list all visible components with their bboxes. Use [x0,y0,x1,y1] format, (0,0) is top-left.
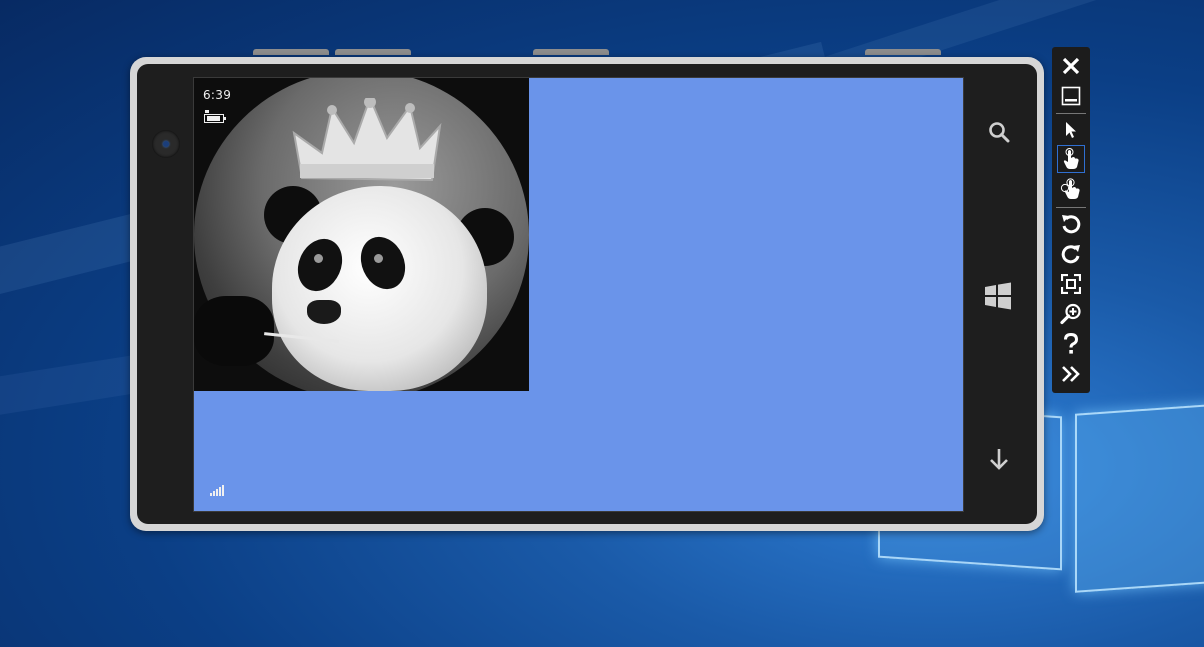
windows-start-icon[interactable] [982,280,1014,312]
single-point-touch-icon[interactable] [1057,145,1085,173]
phone-side-button [533,49,609,55]
zoom-icon[interactable] [1057,300,1085,328]
close-icon[interactable] [1057,52,1085,80]
logo-pane [1075,402,1204,593]
help-icon[interactable] [1057,330,1085,358]
battery-icon [204,114,226,123]
multi-point-touch-icon[interactable] [1057,175,1085,203]
front-camera [152,130,180,158]
status-time: 6:39 [203,88,232,102]
signal-strength-icon [210,484,226,496]
panda-image [194,78,529,391]
rotate-left-icon[interactable] [1057,210,1085,238]
emulator-toolbar [1052,47,1090,393]
rotate-right-icon[interactable] [1057,240,1085,268]
additional-tools-icon[interactable] [1057,360,1085,388]
phone-side-button [253,49,329,55]
back-arrow-icon[interactable] [985,444,1013,474]
mouse-input-icon[interactable] [1057,116,1085,144]
phone-side-button [865,49,941,55]
crown-graphic [292,98,442,182]
fit-to-screen-icon[interactable] [1057,270,1085,298]
search-icon[interactable] [985,118,1013,146]
phone-screen[interactable]: 6:39 [194,78,963,511]
minimize-icon[interactable] [1057,82,1085,110]
phone-side-button [335,49,411,55]
